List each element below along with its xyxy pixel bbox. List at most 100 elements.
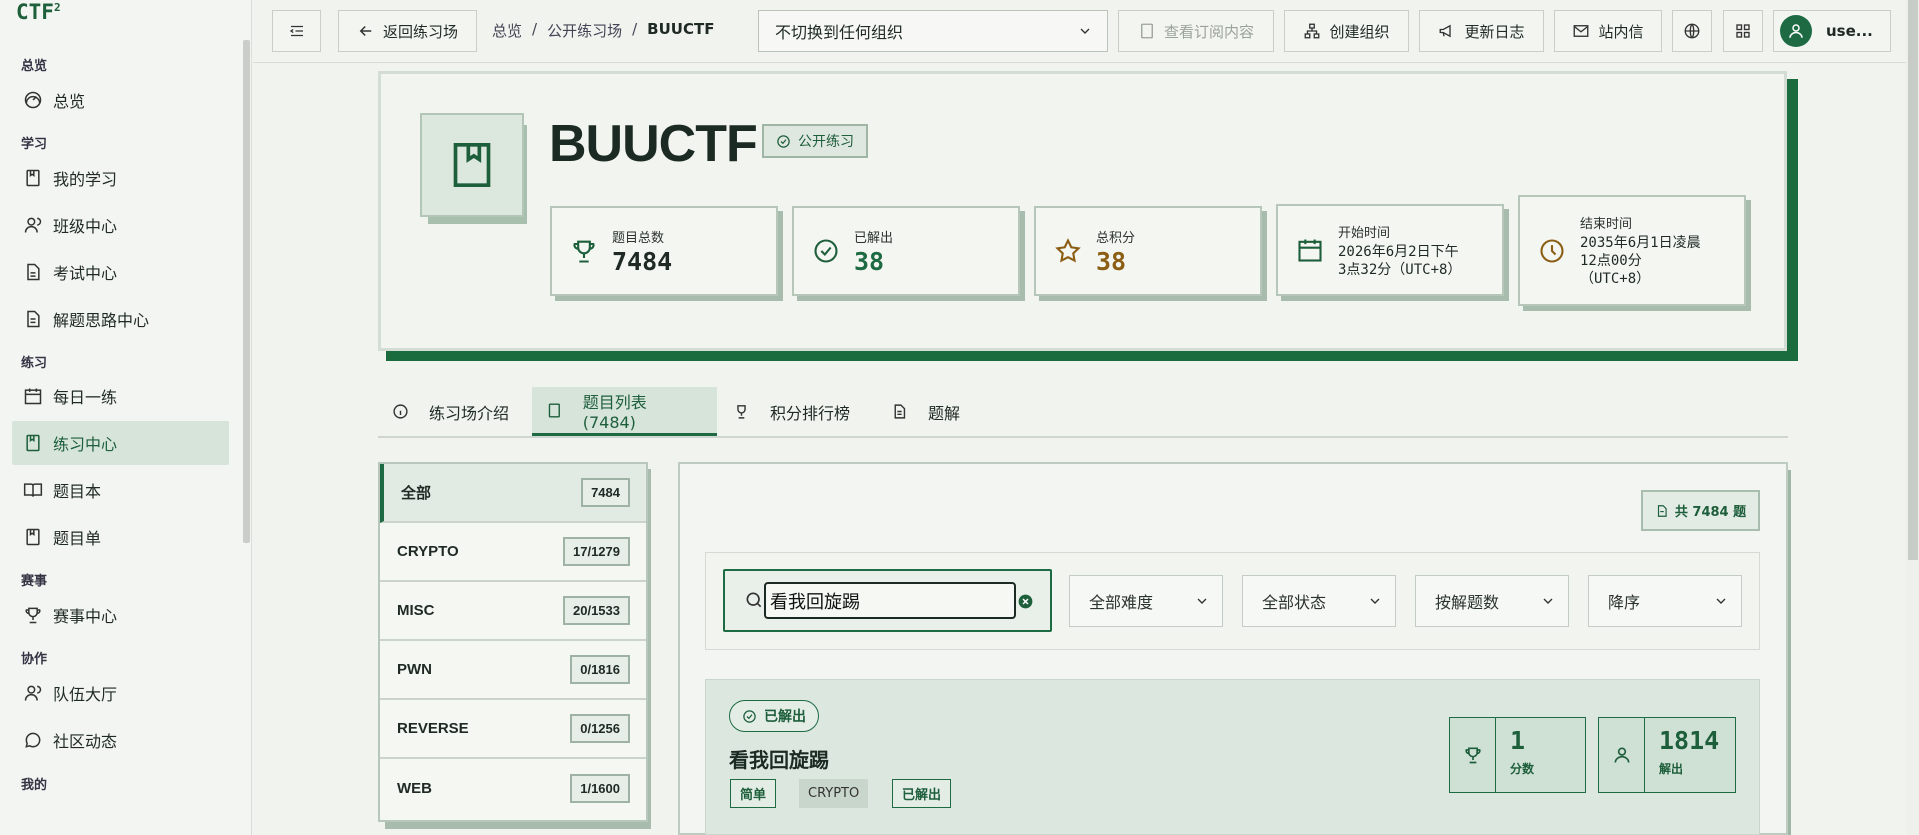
stat-total-questions: 题目总数 7484 [550,206,778,296]
chevron-down-icon [1080,28,1090,34]
users-icon [24,685,42,701]
mail-icon [1574,25,1589,37]
chevron-down-icon [1370,598,1380,604]
category-tag: CRYPTO [799,779,869,808]
category-item-web[interactable]: WEB 1/1600 [380,759,646,818]
language-button[interactable] [1672,10,1712,52]
status-select[interactable]: 全部状态 [1242,575,1396,627]
section-label: 总览 [21,59,48,74]
clear-icon[interactable] [1018,594,1033,609]
user-menu-button[interactable]: use... [1773,10,1891,52]
difficulty-tag: 简单 [730,779,777,808]
logo[interactable]: CTF2 [16,0,61,24]
sidebar-item-class-center[interactable]: 班级中心 [12,203,229,247]
messages-button[interactable]: 站内信 [1554,10,1662,52]
sidebar-item-question-book[interactable]: 题目本 [12,468,229,512]
arrow-left-icon [359,25,372,37]
check-circle-icon [814,239,838,263]
file-text-icon [27,310,40,328]
chat-icon [25,732,41,748]
create-org-button[interactable]: 创建组织 [1284,10,1409,52]
sidebar-item-events-center[interactable]: 赛事中心 [12,593,229,637]
collapse-sidebar-button[interactable] [272,10,321,52]
tab-intro[interactable]: 练习场介绍 [378,387,523,436]
open-book-icon [23,483,43,497]
stat-start-time: 开始时间 2026年6月2日下午 3点32分（UTC+8） [1276,204,1504,296]
book-icon [26,528,40,546]
megaphone-icon [1440,24,1452,38]
book-icon [26,169,40,187]
stat-end-time: 结束时间 2035年6月1日凌晨 12点00分 （UTC+8） [1518,195,1746,306]
sort-field-select[interactable]: 按解题数 [1415,575,1569,627]
section-label: 学习 [21,137,48,152]
category-item-pwn[interactable]: PWN 0/1816 [380,641,646,700]
difficulty-select[interactable]: 全部难度 [1069,575,1223,627]
user-icon [1789,24,1803,38]
category-count: 17/1279 [563,537,630,566]
sidebar-item-practice-center[interactable]: 练习中心 [12,421,229,465]
category-count: 7484 [581,478,630,507]
org-select[interactable]: 不切换到任何组织 [758,10,1108,52]
section-label: 赛事 [21,574,48,589]
calendar-icon [1298,239,1322,262]
search-input[interactable] [764,582,1016,619]
search-icon [746,592,762,608]
chevron-down-icon [1543,598,1553,604]
users-icon [24,217,42,233]
file-icon [1657,504,1667,517]
book-icon [1141,23,1153,39]
category-item-crypto[interactable]: CRYPTO 17/1279 [380,523,646,582]
category-count: 0/1256 [570,714,630,743]
changelog-button[interactable]: 更新日志 [1419,10,1544,52]
trophy-icon [25,607,41,624]
breadcrumb: 总览 / 公开练习场 / BUUCTF [492,20,715,41]
solved-tag: 已解出 [892,779,952,808]
tab-leaderboard[interactable]: 积分排行榜 [719,387,864,436]
page-scrollbar-thumb[interactable] [1908,0,1918,560]
sidebar-item-overview[interactable]: 总览 [12,78,229,122]
back-to-practice-button[interactable]: 返回练习场 [338,10,477,52]
avatar [1780,15,1812,47]
sidebar-item-exam-center[interactable]: 考试中心 [12,250,229,294]
chevron-down-icon [1716,598,1726,604]
category-count: 1/1600 [570,774,630,803]
sort-order-select[interactable]: 降序 [1588,575,1742,627]
sidebar-item-question-list[interactable]: 题目单 [12,515,229,559]
category-list: 全部 7484 CRYPTO 17/1279 MISC 20/1533 PWN 0/18… [378,462,648,822]
grid-icon [1736,24,1750,38]
menu-collapse-icon [289,25,303,37]
book-icon [26,434,40,452]
tab-bar: 练习场介绍 题目列表 (7484) 积分排行榜 题解 [378,387,1788,438]
sidebar-scrollbar[interactable] [243,40,250,543]
breadcrumb-item[interactable]: 总览 [492,20,522,41]
sidebar-item-writeup-center[interactable]: 解题思路中心 [12,297,229,341]
tab-writeups[interactable]: 题解 [877,387,974,436]
chevron-down-icon [1197,598,1207,604]
dashboard-icon [24,91,42,109]
sidebar-item-team-hall[interactable]: 队伍大厅 [12,671,229,715]
section-label: 练习 [21,356,48,371]
file-text-icon [894,404,906,419]
view-subscription-button[interactable]: 查看订阅内容 [1118,10,1274,52]
challenge-solves: 1814 解出 [1598,717,1736,793]
category-count: 0/1816 [570,655,630,684]
category-item-reverse[interactable]: REVERSE 0/1256 [380,700,646,759]
sidebar-item-my-learning[interactable]: 我的学习 [12,156,229,200]
tab-question-list[interactable]: 题目列表 (7484) [532,387,717,436]
sidebar-item-community[interactable]: 社区动态 [12,718,229,762]
category-item-misc[interactable]: MISC 20/1533 [380,582,646,641]
total-count-button[interactable]: 共 7484 题 [1641,490,1760,531]
challenge-title[interactable]: 看我回旋踢 [729,744,829,773]
category-item-all[interactable]: 全部 7484 [380,464,646,523]
star-icon [1055,238,1081,263]
page-title: BUUCTF [549,115,758,173]
sidebar-item-daily-practice[interactable]: 每日一练 [12,374,229,418]
breadcrumb-item[interactable]: 公开练习场 [547,20,622,41]
breadcrumb-current: BUUCTF [647,20,715,38]
apps-button[interactable] [1723,10,1763,52]
trophy-icon [1464,747,1481,764]
section-label: 协作 [21,652,48,667]
file-icon [27,263,40,281]
trophy-icon [737,405,746,419]
org-chart-icon [1305,23,1320,39]
